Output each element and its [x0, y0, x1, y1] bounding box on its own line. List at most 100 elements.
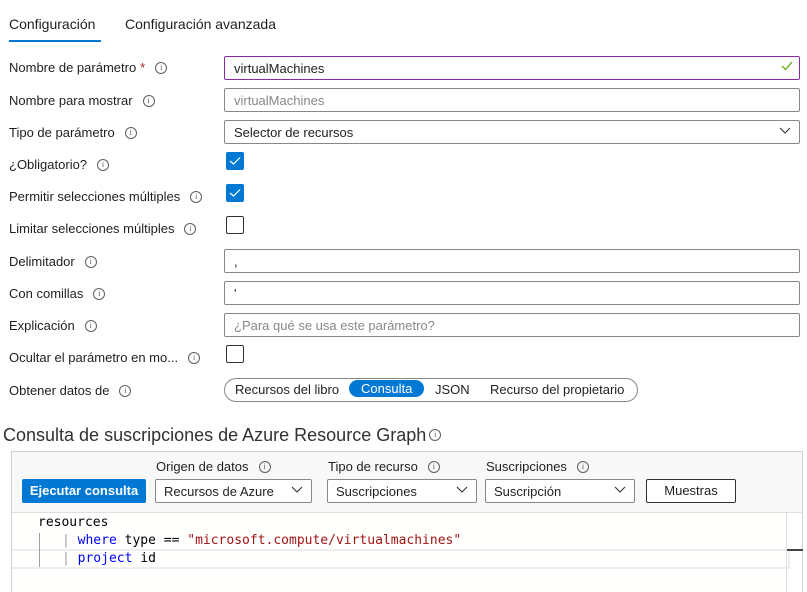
valid-check-icon: [781, 61, 793, 71]
editor-scrollbar[interactable]: [786, 513, 803, 592]
quote-with-label-text: Con comillas: [9, 286, 84, 301]
code-line-1: resources: [38, 515, 108, 530]
info-icon[interactable]: i: [124, 126, 137, 139]
subscriptions-dropdown[interactable]: Suscripción: [485, 479, 635, 503]
info-icon[interactable]: i: [184, 222, 197, 235]
limit-multiple-label: Limitar selecciones múltiples i: [9, 221, 197, 236]
code-token-pipe: |: [62, 551, 78, 566]
chevron-down-icon: [614, 486, 626, 493]
option-owner-resource[interactable]: Recurso del propietario: [490, 382, 624, 397]
limit-multiple-checkbox[interactable]: [226, 216, 244, 234]
parameter-name-label: Nombre de parámetro * i: [9, 60, 168, 75]
subscriptions-label-text: Suscripciones: [486, 459, 567, 474]
resource-type-dropdown[interactable]: Suscripciones: [327, 479, 477, 503]
active-tab-indicator: [9, 40, 101, 42]
required-checkbox[interactable]: [226, 152, 244, 170]
required-star: *: [140, 60, 146, 75]
info-icon[interactable]: i: [93, 287, 106, 300]
chevron-down-icon: [291, 486, 303, 493]
explanation-input[interactable]: ¿Para qué se usa este parámetro?: [224, 313, 800, 337]
parameter-type-dropdown[interactable]: Selector de recursos: [224, 120, 800, 144]
resource-type-label: Tipo de recurso i: [328, 459, 440, 474]
option-query[interactable]: Consulta: [349, 380, 425, 397]
parameter-name-label-text: Nombre de parámetro: [9, 60, 137, 75]
code-token-keyword: where: [77, 533, 117, 548]
tab-configuracion-avanzada[interactable]: Configuración avanzada: [125, 16, 276, 32]
display-name-input[interactable]: virtualMachines: [224, 88, 800, 112]
indent-guide: [39, 533, 40, 567]
code-token: type ==: [116, 533, 188, 548]
code-token-pipe: |: [62, 533, 78, 548]
quote-with-value: ': [234, 286, 237, 301]
info-icon[interactable]: i: [119, 384, 132, 397]
parameter-type-value: Selector de recursos: [234, 125, 354, 140]
query-section-title: Consulta de suscripciones de Azure Resou…: [3, 425, 442, 446]
option-json[interactable]: JSON: [435, 382, 470, 397]
checkmark-icon: [229, 157, 241, 165]
limit-multiple-label-text: Limitar selecciones múltiples: [9, 221, 175, 236]
option-workbook-resources[interactable]: Recursos del libro: [235, 382, 339, 397]
code-token-string: "microsoft.compute/virtualmachines": [187, 533, 462, 548]
info-icon[interactable]: i: [427, 460, 440, 473]
allow-multiple-checkbox[interactable]: [226, 184, 244, 202]
info-icon[interactable]: i: [142, 94, 155, 107]
allow-multiple-label-text: Permitir selecciones múltiples: [9, 189, 181, 204]
delimiter-label: Delimitador i: [9, 254, 97, 269]
code-token-keyword: project: [77, 551, 133, 566]
explanation-placeholder: ¿Para qué se usa este parámetro?: [234, 318, 435, 333]
resource-type-label-text: Tipo de recurso: [328, 459, 418, 474]
info-icon[interactable]: i: [155, 61, 168, 74]
chevron-down-icon: [456, 486, 468, 493]
subscriptions-label: Suscripciones i: [486, 459, 589, 474]
checkmark-icon: [229, 189, 241, 197]
data-source-label-text: Origen de datos: [156, 459, 249, 474]
delimiter-input[interactable]: ,: [224, 249, 800, 273]
chevron-down-icon: [779, 127, 791, 134]
hide-parameter-label: Ocultar el parámetro en mo... i: [9, 350, 201, 365]
data-source-dropdown[interactable]: Recursos de Azure: [155, 479, 312, 503]
info-icon[interactable]: i: [84, 319, 97, 332]
samples-button[interactable]: Muestras: [646, 479, 736, 503]
quote-with-label: Con comillas i: [9, 286, 106, 301]
query-toolbar: Ejecutar consulta Origen de datos i Recur…: [12, 452, 802, 513]
code-token: resources: [38, 515, 109, 530]
info-icon[interactable]: i: [576, 460, 589, 473]
required-label-text: ¿Obligatorio?: [9, 157, 88, 172]
parameter-type-label: Tipo de parámetro i: [9, 125, 137, 140]
info-icon[interactable]: i: [84, 255, 97, 268]
query-editor[interactable]: resources | where type == "microsoft.com…: [12, 513, 790, 592]
delimiter-value: ,: [234, 254, 238, 269]
info-icon[interactable]: i: [188, 351, 201, 364]
parameter-name-input[interactable]: virtualMachines: [224, 56, 800, 80]
query-section-title-text: Consulta de suscripciones de Azure Resou…: [3, 425, 427, 445]
hide-parameter-checkbox[interactable]: [226, 345, 244, 363]
query-panel: Ejecutar consulta Origen de datos i Recur…: [11, 451, 803, 592]
info-icon[interactable]: i: [258, 460, 271, 473]
code-token: id: [132, 551, 156, 566]
hide-parameter-label-text: Ocultar el parámetro en mo...: [9, 350, 179, 365]
delimiter-label-text: Delimitador: [9, 254, 75, 269]
display-name-label-text: Nombre para mostrar: [9, 93, 133, 108]
code-line-3: | project id: [62, 551, 156, 566]
data-source-label: Origen de datos i: [156, 459, 271, 474]
info-icon[interactable]: i: [429, 429, 442, 442]
quote-with-input[interactable]: ': [224, 281, 800, 305]
get-data-from-label-text: Obtener datos de: [9, 383, 110, 398]
allow-multiple-label: Permitir selecciones múltiples i: [9, 189, 203, 204]
tab-configuracion[interactable]: Configuración: [9, 16, 95, 32]
run-query-button[interactable]: Ejecutar consulta: [22, 479, 146, 503]
info-icon[interactable]: i: [97, 158, 110, 171]
data-source-value: Recursos de Azure: [164, 484, 274, 499]
subscriptions-value: Suscripción: [494, 484, 562, 499]
parameter-name-value: virtualMachines: [234, 61, 325, 76]
display-name-placeholder: virtualMachines: [234, 93, 325, 108]
parameter-type-label-text: Tipo de parámetro: [9, 125, 115, 140]
code-line-2: | where type == "microsoft.compute/virtu…: [62, 533, 461, 548]
scrollbar-cursor-marker: [787, 549, 803, 551]
get-data-from-toggle: Recursos del libro Consulta JSON Recurso…: [224, 378, 638, 402]
required-label: ¿Obligatorio? i: [9, 157, 110, 172]
explanation-label: Explicación i: [9, 318, 97, 333]
get-data-from-label: Obtener datos de i: [9, 383, 132, 398]
explanation-label-text: Explicación: [9, 318, 75, 333]
info-icon[interactable]: i: [190, 190, 203, 203]
